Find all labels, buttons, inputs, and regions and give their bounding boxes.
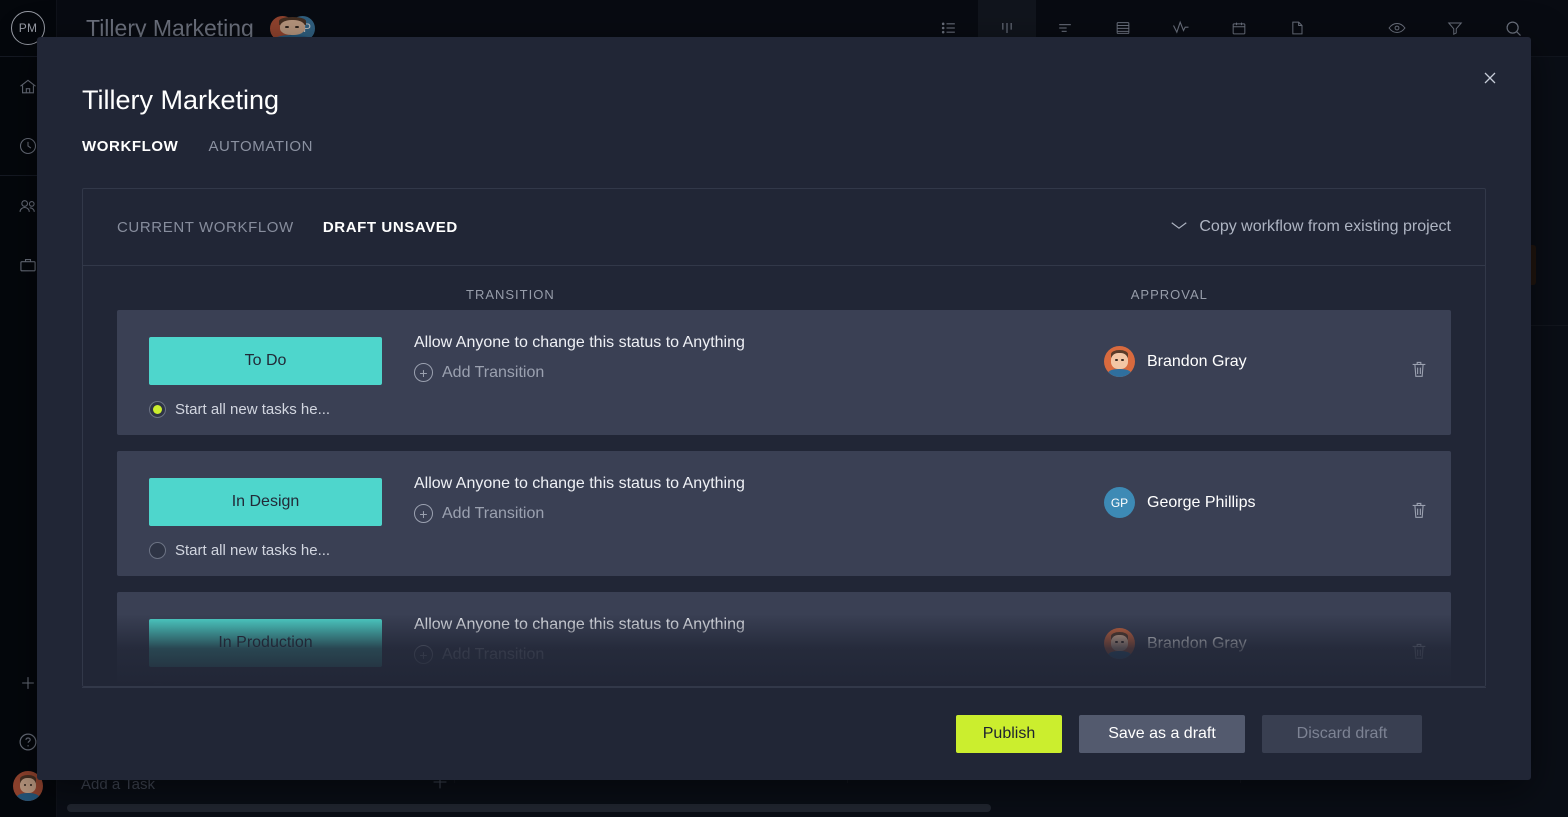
add-transition-label: Add Transition <box>442 364 544 382</box>
discard-draft-button[interactable]: Discard draft <box>1262 715 1422 753</box>
add-transition-button[interactable]: + Add Transition <box>414 363 1104 382</box>
add-transition-label: Add Transition <box>442 505 544 523</box>
transition-rule[interactable]: Allow Anyone to change this status to An… <box>414 475 1104 493</box>
status-pill[interactable]: To Do <box>149 337 382 385</box>
approval-cell: Brandon Gray <box>1104 592 1247 659</box>
transition-cell: Allow Anyone to change this status to An… <box>414 310 1104 382</box>
tab-automation[interactable]: AUTOMATION <box>208 138 313 155</box>
add-transition-button[interactable]: + Add Transition <box>414 504 1104 523</box>
modal-footer: Publish Save as a draft Discard draft <box>82 687 1486 780</box>
approver-name: Brandon Gray <box>1147 353 1247 371</box>
table-row[interactable]: In Design Start all new tasks he... Allo… <box>117 451 1451 576</box>
table-row[interactable]: To Do Start all new tasks he... Allow An… <box>117 310 1451 435</box>
radio-icon[interactable] <box>149 401 166 418</box>
start-here-toggle[interactable]: Start all new tasks he... <box>149 542 382 559</box>
avatar[interactable] <box>1104 346 1135 377</box>
start-here-toggle[interactable]: Start all new tasks he... <box>149 401 382 418</box>
publish-button[interactable]: Publish <box>956 715 1062 753</box>
tab-draft-unsaved[interactable]: DRAFT UNSAVED <box>323 219 458 236</box>
transition-rule[interactable]: Allow Anyone to change this status to An… <box>414 334 1104 352</box>
transition-rule[interactable]: Allow Anyone to change this status to An… <box>414 616 1104 634</box>
start-here-label: Start all new tasks he... <box>175 401 330 418</box>
modal-title: Tillery Marketing <box>82 85 1531 116</box>
copy-workflow-label: Copy workflow from existing project <box>1199 218 1451 236</box>
column-header-transition: TRANSITION <box>466 287 555 302</box>
start-here-label: Start all new tasks he... <box>175 542 330 559</box>
start-here-toggle[interactable]: Start all new tasks he... <box>149 683 382 686</box>
modal-tabs: WORKFLOW AUTOMATION <box>82 138 1531 155</box>
status-cell: In Production Start all new tasks he... <box>117 592 414 686</box>
avatar[interactable] <box>1104 628 1135 659</box>
save-draft-button[interactable]: Save as a draft <box>1079 715 1245 753</box>
approval-cell: GP George Phillips <box>1104 451 1256 518</box>
app-background: PM <box>0 0 1568 817</box>
trash-icon[interactable] <box>1409 640 1429 667</box>
workflow-panel: CURRENT WORKFLOW DRAFT UNSAVED Copy work… <box>82 188 1486 687</box>
tab-current-workflow[interactable]: CURRENT WORKFLOW <box>117 219 294 236</box>
avatar[interactable]: GP <box>1104 487 1135 518</box>
copy-workflow-button[interactable]: Copy workflow from existing project <box>1169 218 1451 237</box>
status-cell: To Do Start all new tasks he... <box>117 310 414 418</box>
tab-workflow[interactable]: WORKFLOW <box>82 138 178 155</box>
trash-icon[interactable] <box>1409 499 1429 526</box>
plus-circle-icon: + <box>414 504 433 523</box>
chevron-down-icon <box>1169 218 1189 237</box>
radio-icon[interactable] <box>149 683 166 686</box>
transition-cell: Allow Anyone to change this status to An… <box>414 451 1104 523</box>
column-headers: TRANSITION APPROVAL <box>83 266 1485 310</box>
radio-icon[interactable] <box>149 542 166 559</box>
approver-name: Brandon Gray <box>1147 635 1247 653</box>
status-cell: In Design Start all new tasks he... <box>117 451 414 559</box>
status-pill[interactable]: In Design <box>149 478 382 526</box>
table-row[interactable]: In Production Start all new tasks he... … <box>117 592 1451 686</box>
trash-icon[interactable] <box>1409 358 1429 385</box>
add-transition-button[interactable]: + Add Transition <box>414 645 1104 664</box>
plus-circle-icon: + <box>414 363 433 382</box>
workflow-rows[interactable]: To Do Start all new tasks he... Allow An… <box>83 310 1485 686</box>
avatar-face <box>1104 628 1135 659</box>
approver-name: George Phillips <box>1147 494 1256 512</box>
workflow-modal: Tillery Marketing WORKFLOW AUTOMATION CU… <box>37 37 1531 780</box>
add-transition-label: Add Transition <box>442 646 544 664</box>
transition-cell: Allow Anyone to change this status to An… <box>414 592 1104 664</box>
column-header-approval: APPROVAL <box>1131 287 1208 302</box>
status-pill[interactable]: In Production <box>149 619 382 667</box>
plus-circle-icon: + <box>414 645 433 664</box>
workflow-state-tabs: CURRENT WORKFLOW DRAFT UNSAVED <box>117 219 458 236</box>
approval-cell: Brandon Gray <box>1104 310 1247 377</box>
workflow-panel-header: CURRENT WORKFLOW DRAFT UNSAVED Copy work… <box>83 189 1485 266</box>
avatar-face <box>1104 346 1135 377</box>
start-here-label: Start all new tasks he... <box>175 683 330 686</box>
close-icon[interactable] <box>1473 61 1507 95</box>
